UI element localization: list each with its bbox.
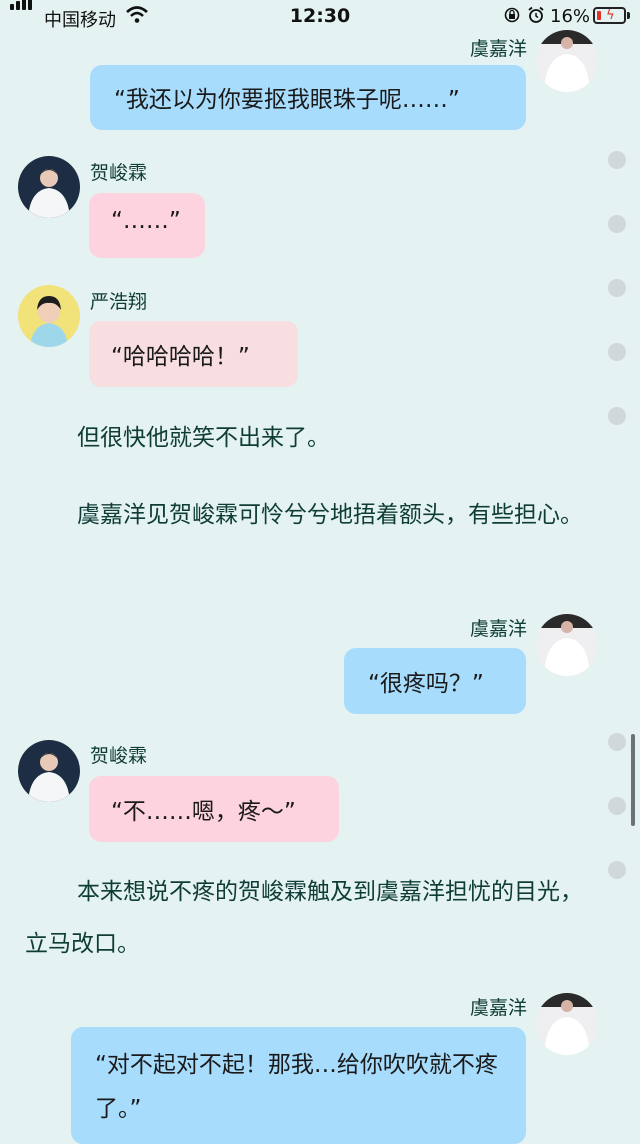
side-dot [608,733,626,751]
status-bar: 中国移动 12:30 16% ϟ [0,0,640,34]
message-bubble[interactable]: “我还以为你要抠我眼珠子呢……” [90,65,526,130]
avatar-image [536,30,598,92]
side-dot [608,861,626,879]
avatar-image [18,156,80,218]
sender-name: 严浩翔 [90,291,148,313]
avatar-image [18,285,80,347]
alarm-icon [528,6,544,23]
side-dot [608,215,626,233]
sender-name: 贺峻霖 [90,162,148,184]
avatar[interactable] [536,30,598,92]
avatar[interactable] [536,993,598,1055]
message-bubble[interactable]: “不……嗯，疼～” [89,776,339,842]
message-bubble[interactable]: “哈哈哈哈！” [89,321,298,387]
avatar-image [18,740,80,802]
avatar-image [536,993,598,1055]
side-dot [608,797,626,815]
avatar[interactable] [18,285,80,347]
sender-name: 虞嘉洋 [469,38,527,60]
scrollbar[interactable] [631,734,635,826]
avatar-image [536,614,598,676]
battery-nub [627,12,630,19]
sender-name: 贺峻霖 [90,745,148,767]
charging-bolt-icon: ϟ [606,8,615,23]
sender-name: 虞嘉洋 [469,997,527,1019]
sender-name: 虞嘉洋 [469,618,527,640]
message-bubble[interactable]: “很疼吗？” [344,648,526,714]
side-dot [608,279,626,297]
battery-icon: ϟ [593,7,626,24]
narration-text: 但很快他就笑不出来了。 [77,425,330,451]
narration-text: 本来想说不疼的贺峻霖触及到虞嘉洋担忧的目光，立马改口。 [25,879,583,957]
narration-text: 虞嘉洋见贺峻霖可怜兮兮地捂着额头，有些担心。 [77,502,583,528]
battery-level-fill [597,11,601,20]
message-bubble[interactable]: “……” [89,193,205,258]
side-dot [608,151,626,169]
message-bubble[interactable]: “对不起对不起！那我…给你吹吹就不疼了。” [71,1027,526,1144]
avatar[interactable] [18,156,80,218]
battery-percent: 16% [550,6,591,27]
avatar[interactable] [18,740,80,802]
side-dot [608,407,626,425]
avatar[interactable] [536,614,598,676]
orientation-lock-icon [504,7,520,23]
side-dot [608,343,626,361]
